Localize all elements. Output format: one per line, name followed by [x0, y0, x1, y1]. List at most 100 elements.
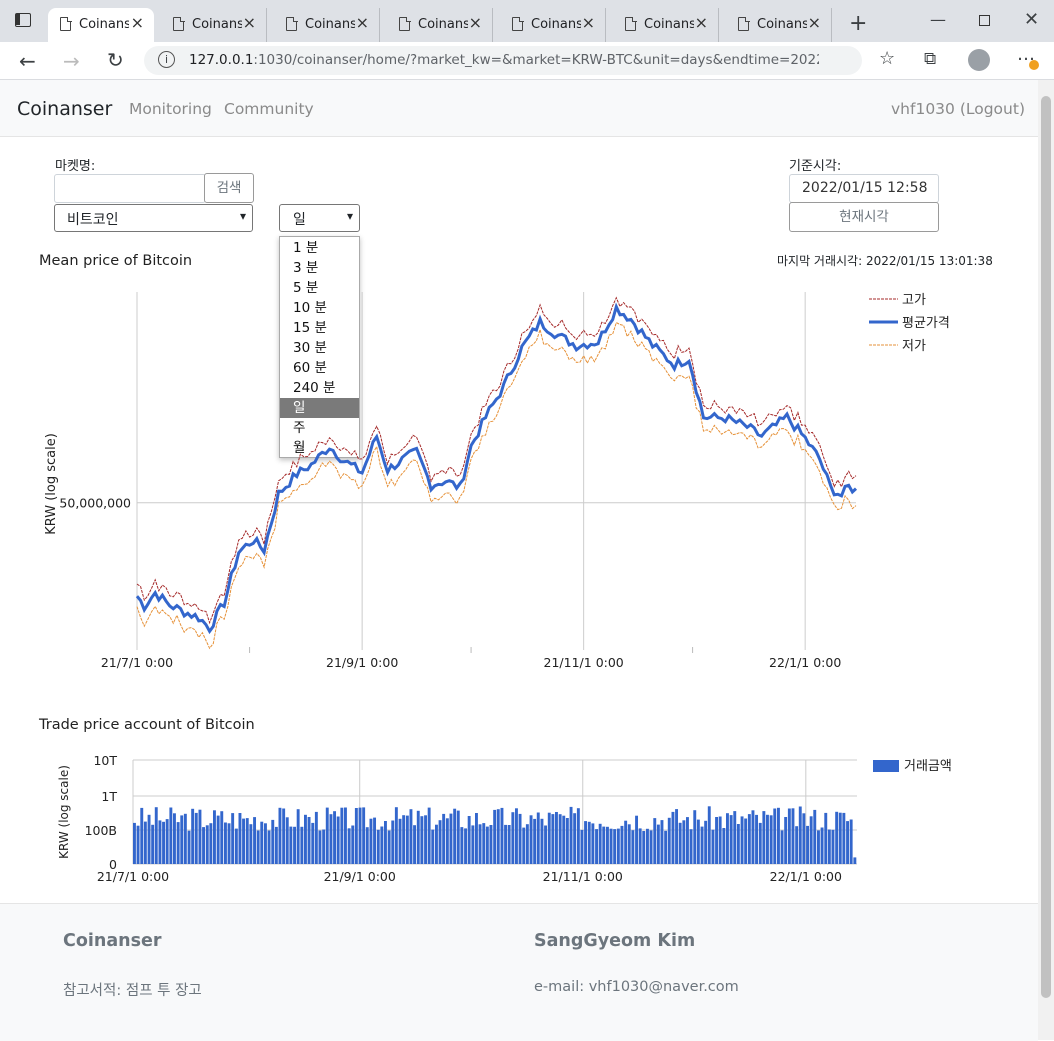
volume-bar	[464, 828, 468, 864]
volume-bar	[766, 814, 769, 864]
volume-bar	[354, 808, 358, 864]
scrollbar-thumb[interactable]	[1041, 96, 1051, 998]
volume-bar	[293, 826, 297, 864]
volume-bar	[198, 809, 202, 864]
volume-bar	[187, 830, 191, 864]
volume-bar	[642, 831, 646, 864]
volume-bar	[660, 820, 664, 864]
volume-bar	[795, 826, 799, 864]
volume-bar	[598, 823, 602, 864]
volume-x-tick-label: 22/1/1 0:00	[770, 869, 842, 884]
price-legend-label: 평균가격	[902, 316, 950, 331]
volume-bar	[682, 820, 686, 864]
volume-bar	[154, 807, 158, 864]
volume-bar	[478, 824, 482, 864]
volume-bar	[638, 828, 642, 864]
volume-bar	[587, 821, 591, 864]
volume-bar	[576, 808, 580, 864]
mean-price-line	[135, 302, 858, 635]
volume-bar	[842, 812, 846, 864]
volume-bar	[409, 809, 413, 864]
volume-y-tick-label: 1T	[101, 789, 117, 804]
price-legend-label: 저가	[902, 339, 926, 354]
volume-bar	[678, 822, 682, 864]
volume-bar	[151, 824, 155, 864]
volume-bar	[234, 828, 238, 864]
volume-bar	[173, 813, 176, 864]
volume-bar	[773, 808, 777, 864]
volume-bar	[675, 809, 679, 864]
volume-bar	[180, 815, 184, 864]
volume-bar	[736, 824, 740, 864]
volume-bar	[602, 826, 606, 864]
low-price-line	[136, 321, 857, 650]
volume-bar	[158, 820, 162, 864]
volume-bar	[296, 809, 300, 864]
volume-bar	[525, 824, 529, 864]
volume-bar	[762, 811, 766, 864]
volume-bar	[496, 809, 500, 864]
volume-bar	[147, 814, 151, 864]
volume-bar	[565, 818, 569, 864]
volume-bar	[653, 818, 657, 864]
volume-bar	[398, 818, 402, 864]
volume-bar	[562, 815, 566, 864]
volume-bar	[784, 817, 788, 864]
volume-bar	[165, 819, 169, 864]
volume-bar	[456, 810, 460, 864]
volume-legend-swatch	[873, 760, 899, 772]
volume-bar	[809, 816, 813, 864]
volume-bar	[322, 829, 326, 864]
volume-bar	[413, 825, 417, 864]
footer-email[interactable]: e-mail: vhf1030@naver.com	[534, 979, 739, 995]
volume-bar	[143, 821, 147, 864]
price-y-axis-label: KRW (log scale)	[44, 433, 59, 535]
volume-bar	[220, 811, 224, 864]
volume-bar	[544, 825, 548, 864]
volume-bar	[431, 829, 435, 864]
volume-bar	[511, 812, 515, 864]
volume-bar	[711, 829, 715, 864]
volume-bar	[613, 829, 617, 864]
volume-bar	[500, 807, 504, 864]
volume-bar	[289, 826, 293, 864]
volume-bar	[573, 813, 577, 864]
volume-bar	[205, 825, 209, 864]
volume-bar	[365, 827, 369, 864]
volume-bar	[522, 827, 526, 864]
volume-bar	[344, 807, 347, 864]
volume-bar	[351, 825, 355, 864]
volume-bar	[696, 819, 700, 864]
volume-bar	[656, 824, 660, 864]
volume-bar	[453, 808, 457, 864]
volume-bar	[747, 814, 751, 864]
volume-bar	[274, 826, 278, 864]
volume-bar	[227, 823, 231, 864]
volume-bar	[584, 821, 588, 864]
volume-bar	[376, 829, 380, 864]
volume-bar	[267, 830, 271, 864]
volume-bar	[325, 807, 329, 864]
volume-y-axis-label: KRW (log scale)	[57, 765, 71, 859]
volume-bar	[362, 807, 366, 864]
volume-bar	[245, 818, 249, 864]
volume-x-tick-label: 21/11/1 0:00	[543, 869, 623, 884]
volume-chart-title: Trade price account of Bitcoin	[39, 717, 255, 733]
volume-bar	[318, 830, 322, 864]
volume-bar	[507, 825, 511, 864]
volume-bar	[802, 813, 806, 864]
volume-bar	[580, 829, 584, 864]
volume-bar	[824, 812, 828, 864]
volume-bar	[791, 808, 795, 864]
volume-bar	[336, 816, 340, 864]
volume-bar	[191, 808, 195, 864]
volume-bar	[224, 822, 227, 864]
volume-bar	[278, 807, 282, 864]
volume-y-tick-label: 100B	[85, 823, 117, 838]
volume-bar	[733, 811, 737, 864]
volume-bar	[729, 815, 733, 864]
volume-bar	[442, 813, 446, 864]
volume-bar	[387, 830, 391, 864]
volume-bar	[547, 812, 551, 864]
price-x-tick-label: 21/7/1 0:00	[101, 655, 173, 670]
